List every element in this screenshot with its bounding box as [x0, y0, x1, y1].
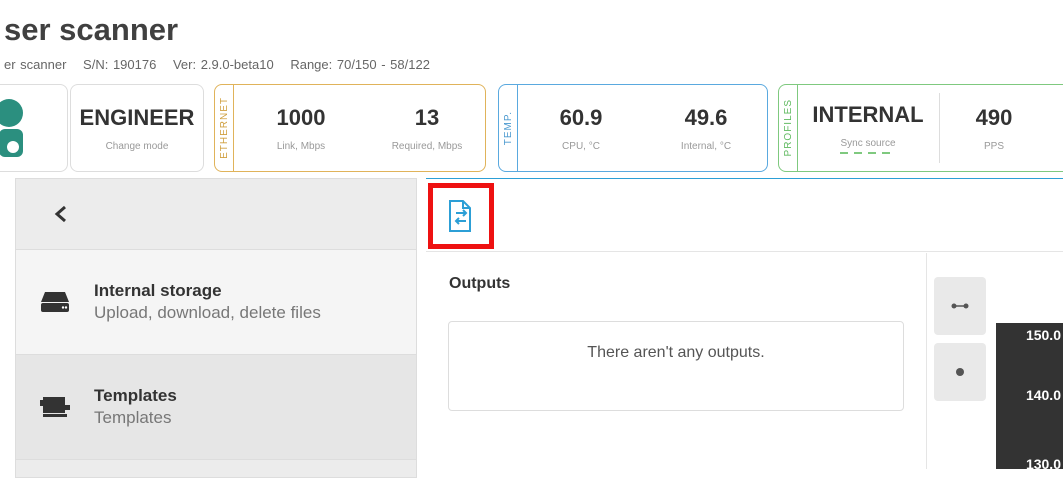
sync-indicator	[840, 152, 896, 154]
sync-source-label: Sync source	[840, 138, 896, 149]
line-mode-button[interactable]	[934, 277, 986, 335]
point-mode-button[interactable]	[934, 343, 986, 401]
ethernet-card: ETHERNET 1000 Link, Mbps 13 Required, Mb…	[214, 84, 486, 172]
internal-storage-subtitle: Upload, download, delete files	[94, 303, 321, 322]
sidebar: Internal storage Upload, download, delet…	[15, 178, 417, 478]
device-model: er scanner	[4, 57, 67, 72]
templates-icon	[40, 397, 70, 417]
pps-label: PPS	[983, 140, 1004, 152]
profiles-tag: PROFILES	[782, 99, 794, 157]
main-panel: Outputs There aren't any outputs. 150.0 …	[426, 178, 1063, 472]
internal-temp-label: Internal, °C	[680, 140, 732, 152]
ethernet-tag: ETHERNET	[218, 97, 230, 159]
hard-drive-icon	[41, 292, 69, 312]
scanner-range: Range: 70/150 - 58/122	[290, 57, 430, 72]
mode-value: ENGINEER	[79, 104, 195, 130]
chevron-left-icon	[54, 205, 66, 223]
toolbar	[426, 179, 1063, 252]
temp-tag: TEMP.	[502, 110, 514, 146]
line-points-icon	[951, 303, 969, 309]
sidebar-item-templates[interactable]: Templates Templates	[16, 355, 416, 460]
point-icon	[956, 368, 964, 376]
required-speed-value: 13	[414, 104, 440, 130]
outputs-empty-message: There aren't any outputs.	[587, 344, 765, 361]
pps-value: 490	[975, 104, 1013, 130]
internal-temp-value: 49.6	[684, 104, 728, 130]
temperature-card: TEMP. 60.9 CPU, °C 49.6 Internal, °C	[498, 84, 768, 172]
cpu-temp-value: 60.9	[559, 104, 603, 130]
cpu-temp-label: CPU, °C	[562, 140, 600, 152]
profile-axis: 150.0 140.0 130.0	[996, 323, 1063, 472]
file-export-icon	[449, 200, 471, 232]
engineer-avatar-icon	[0, 99, 23, 157]
device-info: er scanner S/N: 190176 Ver: 2.9.0-beta10…	[4, 57, 442, 72]
outputs-empty-box: There aren't any outputs.	[448, 321, 904, 411]
firmware-version: Ver: 2.9.0-beta10	[172, 57, 274, 72]
status-bar: ENGINEER Change mode ETHERNET 1000 Link,…	[0, 84, 1063, 174]
axis-tick: 130.0	[1025, 456, 1061, 472]
user-avatar-card[interactable]	[0, 84, 68, 172]
panel-divider	[926, 253, 927, 469]
export-button[interactable]	[428, 183, 494, 249]
sync-source-value: INTERNAL	[812, 102, 924, 127]
outputs-title: Outputs	[449, 275, 511, 292]
templates-subtitle: Templates	[94, 408, 172, 427]
sidebar-item-internal-storage[interactable]: Internal storage Upload, download, delet…	[16, 250, 416, 355]
serial-number: S/N: 190176	[83, 57, 157, 72]
sync-source-control[interactable]: INTERNAL Sync source	[797, 85, 939, 171]
mode-card[interactable]: ENGINEER Change mode	[70, 84, 204, 172]
axis-tick: 140.0	[1025, 387, 1061, 403]
page-title: ser scanner	[4, 12, 179, 47]
required-speed-label: Required, Mbps	[391, 140, 463, 152]
profiles-card: PROFILES INTERNAL Sync source 490 PPS	[778, 84, 1063, 172]
templates-title: Templates	[94, 386, 177, 405]
back-button[interactable]	[16, 179, 416, 250]
change-mode-label: Change mode	[105, 140, 169, 152]
link-speed-value: 1000	[276, 104, 326, 130]
axis-tick: 150.0	[1025, 327, 1061, 343]
link-speed-label: Link, Mbps	[276, 140, 326, 152]
internal-storage-title: Internal storage	[94, 281, 222, 300]
